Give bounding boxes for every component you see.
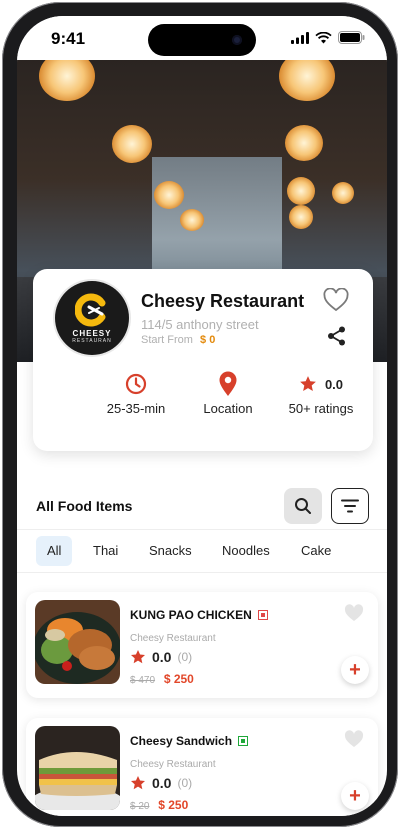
restaurant-address: 114/5 anthony street [141, 317, 259, 332]
star-icon [131, 776, 145, 790]
category-tabs: All Thai Snacks Noodles Cake [17, 529, 387, 573]
status-bar: 9:41 [17, 16, 387, 60]
start-from-price: $ 0 [200, 334, 216, 346]
lamp [154, 181, 184, 209]
favorite-heart-icon[interactable] [323, 288, 349, 312]
restaurant-logo-mark [75, 293, 106, 326]
star-icon [131, 650, 145, 664]
share-icon[interactable] [326, 325, 348, 347]
food-restaurant: Cheesy Restaurant [130, 759, 216, 770]
search-button[interactable] [284, 488, 322, 524]
food-image [35, 726, 120, 810]
lamp [287, 177, 315, 205]
delivery-time-text: 25-35-min [106, 401, 166, 416]
food-rating-value: 0.0 [152, 775, 172, 791]
start-from-label: Start From [141, 334, 193, 346]
lamp [112, 125, 152, 163]
wifi-icon [315, 31, 332, 43]
filter-button[interactable] [331, 488, 369, 524]
food-old-price: $ 470 [130, 675, 156, 686]
food-rating-count: (0) [177, 650, 193, 664]
food-new-price: $ 250 [163, 672, 194, 686]
lamp [180, 209, 204, 231]
status-time: 9:41 [51, 29, 86, 48]
rating-value: 0.0 [324, 376, 344, 392]
lamp [289, 205, 313, 229]
tab-all[interactable]: All [36, 536, 73, 566]
tab-thai[interactable]: Thai [82, 536, 129, 566]
non-veg-dot [260, 613, 265, 617]
ratings-stat: 0.0 50+ ratings [271, 371, 371, 416]
location-text: Location [203, 401, 253, 416]
filter-icon [341, 499, 359, 513]
restaurant-info-card: CHEESY RESTAURAN Cheesy Restaurant 114/5… [33, 269, 373, 451]
food-rating-count: (0) [177, 776, 193, 790]
food-name-text: KUNG PAO CHICKEN [130, 608, 252, 622]
non-veg-icon [257, 610, 268, 620]
favorite-heart-icon[interactable] [344, 604, 364, 622]
add-to-cart-button[interactable]: + [341, 656, 369, 684]
tab-cake[interactable]: Cake [290, 536, 342, 566]
lamp [39, 57, 95, 101]
lamp [285, 125, 323, 161]
veg-dot [241, 739, 246, 743]
food-name: Cheesy Sandwich [130, 734, 249, 748]
ratings-count-text: 50+ ratings [288, 401, 354, 416]
phone-frame: 9:41 CHEESY RESTAURAN Cheesy Restaurant … [2, 2, 398, 827]
veg-icon [238, 736, 249, 746]
food-photo [35, 726, 120, 810]
search-icon [295, 498, 311, 514]
lamp [332, 182, 354, 204]
status-icons [291, 31, 365, 44]
food-item-card[interactable]: Cheesy Sandwich Cheesy Restaurant 0.0 (0… [26, 718, 378, 816]
food-photo [35, 600, 120, 684]
dynamic-island [148, 24, 256, 56]
star-icon [300, 376, 316, 391]
delivery-time-stat: 25-35-min [86, 371, 186, 416]
food-old-price: $ 20 [130, 801, 150, 812]
logo-subtext: RESTAURAN [72, 337, 112, 344]
tab-noodles[interactable]: Noodles [211, 536, 281, 566]
logo-text: CHEESY [72, 328, 112, 338]
battery-icon [338, 31, 365, 44]
add-to-cart-button[interactable]: + [341, 782, 369, 810]
food-price: $ 470 $ 250 [130, 672, 194, 686]
section-title: All Food Items [36, 498, 133, 514]
restaurant-logo: CHEESY RESTAURAN [55, 281, 129, 355]
food-restaurant: Cheesy Restaurant [130, 633, 216, 644]
location-stat[interactable]: Location [178, 371, 278, 416]
location-pin-icon [219, 371, 237, 396]
tab-snacks[interactable]: Snacks [138, 536, 203, 566]
clock-icon [125, 373, 147, 395]
food-rating-value: 0.0 [152, 649, 172, 665]
food-rating: 0.0 (0) [130, 775, 192, 791]
food-name-text: Cheesy Sandwich [130, 734, 233, 748]
lamp [279, 57, 335, 101]
food-item-card[interactable]: KUNG PAO CHICKEN Cheesy Restaurant 0.0 (… [26, 592, 378, 698]
camera-dot [232, 35, 242, 45]
restaurant-name: Cheesy Restaurant [141, 291, 305, 311]
favorite-heart-icon[interactable] [344, 730, 364, 748]
food-rating: 0.0 (0) [130, 649, 192, 665]
signal-icon [291, 31, 309, 44]
app-screen: 9:41 CHEESY RESTAURAN Cheesy Restaurant … [17, 16, 387, 816]
food-name: KUNG PAO CHICKEN [130, 608, 268, 622]
food-price: $ 20 $ 250 [130, 798, 188, 812]
food-image [35, 600, 120, 684]
start-from: Start From $ 0 [141, 334, 215, 346]
food-new-price: $ 250 [158, 798, 189, 812]
